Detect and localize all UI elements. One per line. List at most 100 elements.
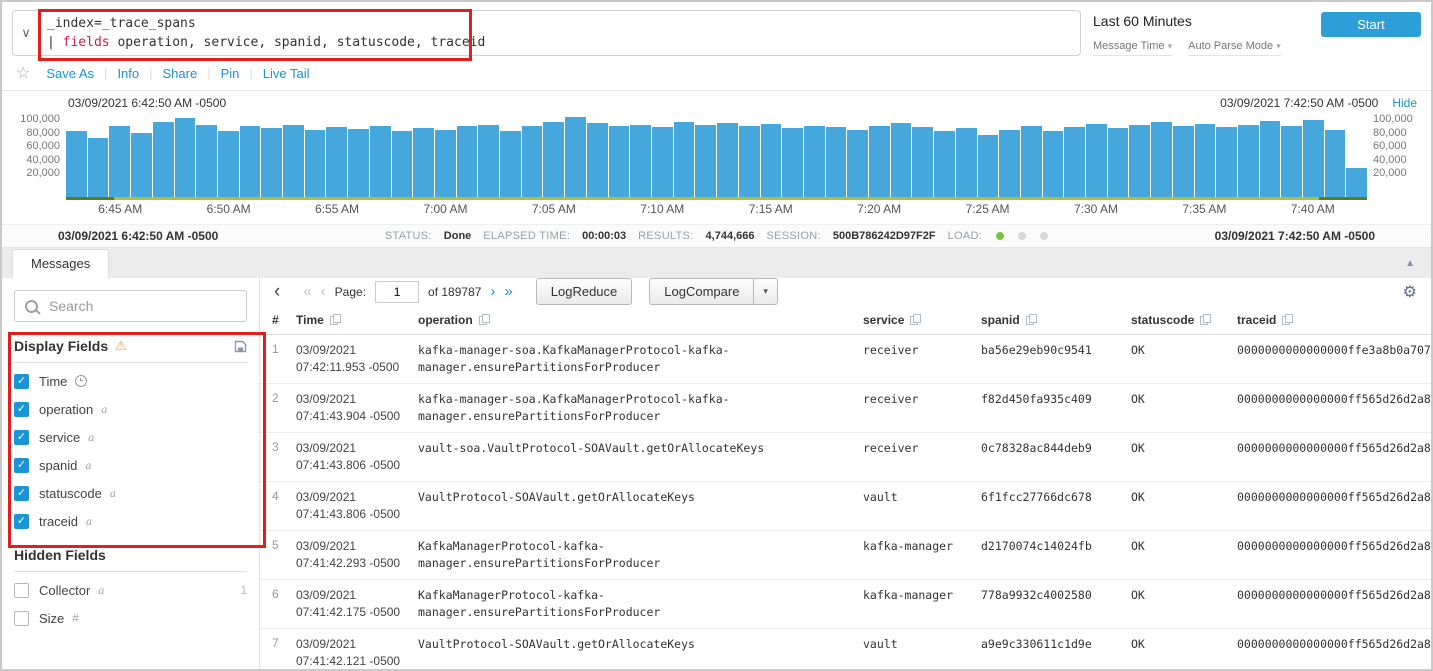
- histogram-bar[interactable]: [1021, 126, 1042, 197]
- histogram-bar[interactable]: [261, 128, 282, 197]
- parse-mode-dropdown[interactable]: Auto Parse Mode ▾: [1188, 40, 1281, 56]
- histogram-bar[interactable]: [131, 133, 152, 197]
- prev-page-button[interactable]: ‹: [321, 284, 326, 299]
- histogram-bar[interactable]: [218, 131, 239, 197]
- histogram-bar[interactable]: [1173, 126, 1194, 197]
- histogram-bar[interactable]: [934, 131, 955, 197]
- histogram-bar[interactable]: [956, 128, 977, 197]
- histogram-bars[interactable]: [66, 113, 1367, 197]
- checkbox-statuscode[interactable]: ✓: [14, 486, 29, 501]
- collapse-panel-icon[interactable]: ▲: [1405, 258, 1415, 269]
- histogram-bar[interactable]: [869, 126, 890, 197]
- link-live-tail[interactable]: Live Tail: [263, 66, 310, 81]
- histogram-bar[interactable]: [500, 131, 521, 197]
- checkbox-operation[interactable]: ✓: [14, 402, 29, 417]
- histogram-bar[interactable]: [978, 135, 999, 197]
- start-button[interactable]: Start: [1321, 12, 1421, 37]
- histogram-bar[interactable]: [1129, 125, 1150, 197]
- histogram-bar[interactable]: [283, 125, 304, 197]
- query-text[interactable]: _index=_trace_spans | fields operation, …: [39, 11, 493, 55]
- field-search-input[interactable]: [47, 297, 236, 315]
- tab-messages[interactable]: Messages: [12, 249, 109, 279]
- histogram-bar[interactable]: [652, 127, 673, 197]
- hide-histogram-link[interactable]: Hide: [1392, 96, 1417, 110]
- column-header-operation[interactable]: operation: [418, 313, 863, 327]
- histogram-bar[interactable]: [695, 125, 716, 197]
- histogram-bar[interactable]: [175, 118, 196, 197]
- histogram-bar[interactable]: [782, 128, 803, 197]
- histogram-bar[interactable]: [565, 117, 586, 197]
- histogram-bar[interactable]: [1325, 130, 1346, 197]
- histogram-bar[interactable]: [912, 127, 933, 197]
- column-header-service[interactable]: service: [863, 313, 981, 327]
- histogram-bar[interactable]: [587, 123, 608, 197]
- link-pin[interactable]: Pin: [221, 66, 240, 81]
- histogram-bar[interactable]: [478, 125, 499, 197]
- histogram-bar[interactable]: [370, 126, 391, 197]
- table-row[interactable]: 703/09/202107:41:42.121 -0500VaultProtoc…: [260, 629, 1431, 669]
- last-page-button[interactable]: »: [504, 284, 512, 299]
- histogram-bar[interactable]: [1260, 121, 1281, 197]
- settings-gear-icon[interactable]: ⚙: [1403, 282, 1417, 302]
- logreduce-button[interactable]: LogReduce: [536, 278, 633, 305]
- column-header-spanid[interactable]: spanid: [981, 313, 1131, 327]
- back-chevron-icon[interactable]: ‹: [274, 282, 280, 301]
- message-time-dropdown[interactable]: Message Time ▾: [1093, 40, 1172, 56]
- histogram-bar[interactable]: [109, 126, 130, 197]
- query-expand-button[interactable]: ∨: [13, 11, 39, 55]
- field-search[interactable]: [14, 290, 247, 322]
- histogram-bar[interactable]: [1216, 127, 1237, 197]
- histogram-bar[interactable]: [66, 131, 87, 197]
- copy-icon[interactable]: [479, 314, 489, 325]
- histogram-bar[interactable]: [847, 130, 868, 197]
- first-page-button[interactable]: «: [303, 284, 311, 299]
- histogram-bar[interactable]: [739, 126, 760, 197]
- histogram-bar[interactable]: [1151, 122, 1172, 197]
- column-header-traceid[interactable]: traceid: [1237, 313, 1431, 327]
- table-row[interactable]: 603/09/202107:41:42.175 -0500KafkaManage…: [260, 580, 1431, 629]
- next-page-button[interactable]: ›: [490, 284, 495, 299]
- histogram-bar[interactable]: [543, 122, 564, 197]
- histogram-bar[interactable]: [609, 126, 630, 197]
- copy-icon[interactable]: [1282, 314, 1292, 325]
- time-range-selector[interactable]: Last 60 Minutes: [1093, 13, 1309, 29]
- table-row[interactable]: 403/09/202107:41:43.806 -0500VaultProtoc…: [260, 482, 1431, 531]
- histogram-bar[interactable]: [761, 124, 782, 197]
- histogram-bar[interactable]: [1195, 124, 1216, 197]
- histogram-bar[interactable]: [522, 126, 543, 197]
- checkbox-collector[interactable]: [14, 583, 29, 598]
- histogram-bar[interactable]: [1346, 168, 1367, 197]
- logcompare-button[interactable]: LogCompare: [649, 278, 754, 305]
- histogram-bar[interactable]: [240, 126, 261, 197]
- copy-icon[interactable]: [330, 314, 340, 325]
- copy-icon[interactable]: [1200, 314, 1210, 325]
- histogram-bar[interactable]: [1086, 124, 1107, 197]
- histogram-bar[interactable]: [88, 138, 109, 197]
- link-save-as[interactable]: Save As: [46, 66, 94, 81]
- checkbox-traceid[interactable]: ✓: [14, 514, 29, 529]
- table-row[interactable]: 503/09/202107:41:42.293 -0500KafkaManage…: [260, 531, 1431, 580]
- histogram-bar[interactable]: [891, 123, 912, 197]
- histogram-bar[interactable]: [413, 128, 434, 197]
- histogram-bar[interactable]: [717, 123, 738, 197]
- checkbox-service[interactable]: ✓: [14, 430, 29, 445]
- checkbox-size[interactable]: [14, 611, 29, 626]
- table-row[interactable]: 303/09/202107:41:43.806 -0500vault-soa.V…: [260, 433, 1431, 482]
- table-row[interactable]: 203/09/202107:41:43.904 -0500kafka-manag…: [260, 384, 1431, 433]
- page-input[interactable]: [375, 281, 419, 303]
- histogram-bar[interactable]: [348, 129, 369, 197]
- query-box[interactable]: ∨ _index=_trace_spans | fields operation…: [12, 10, 1081, 56]
- favorite-star-icon[interactable]: ☆: [16, 63, 30, 83]
- copy-icon[interactable]: [910, 314, 920, 325]
- logcompare-dropdown-button[interactable]: ▾: [754, 278, 778, 305]
- column-header-statuscode[interactable]: statuscode: [1131, 313, 1237, 327]
- histogram-bar[interactable]: [392, 131, 413, 197]
- histogram-bar[interactable]: [1043, 131, 1064, 197]
- histogram-bar[interactable]: [804, 126, 825, 197]
- histogram-bar[interactable]: [674, 122, 695, 197]
- histogram-bar[interactable]: [630, 125, 651, 197]
- checkbox-time[interactable]: ✓: [14, 374, 29, 389]
- histogram-bar[interactable]: [153, 122, 174, 197]
- histogram-bar[interactable]: [999, 130, 1020, 197]
- link-info[interactable]: Info: [117, 66, 139, 81]
